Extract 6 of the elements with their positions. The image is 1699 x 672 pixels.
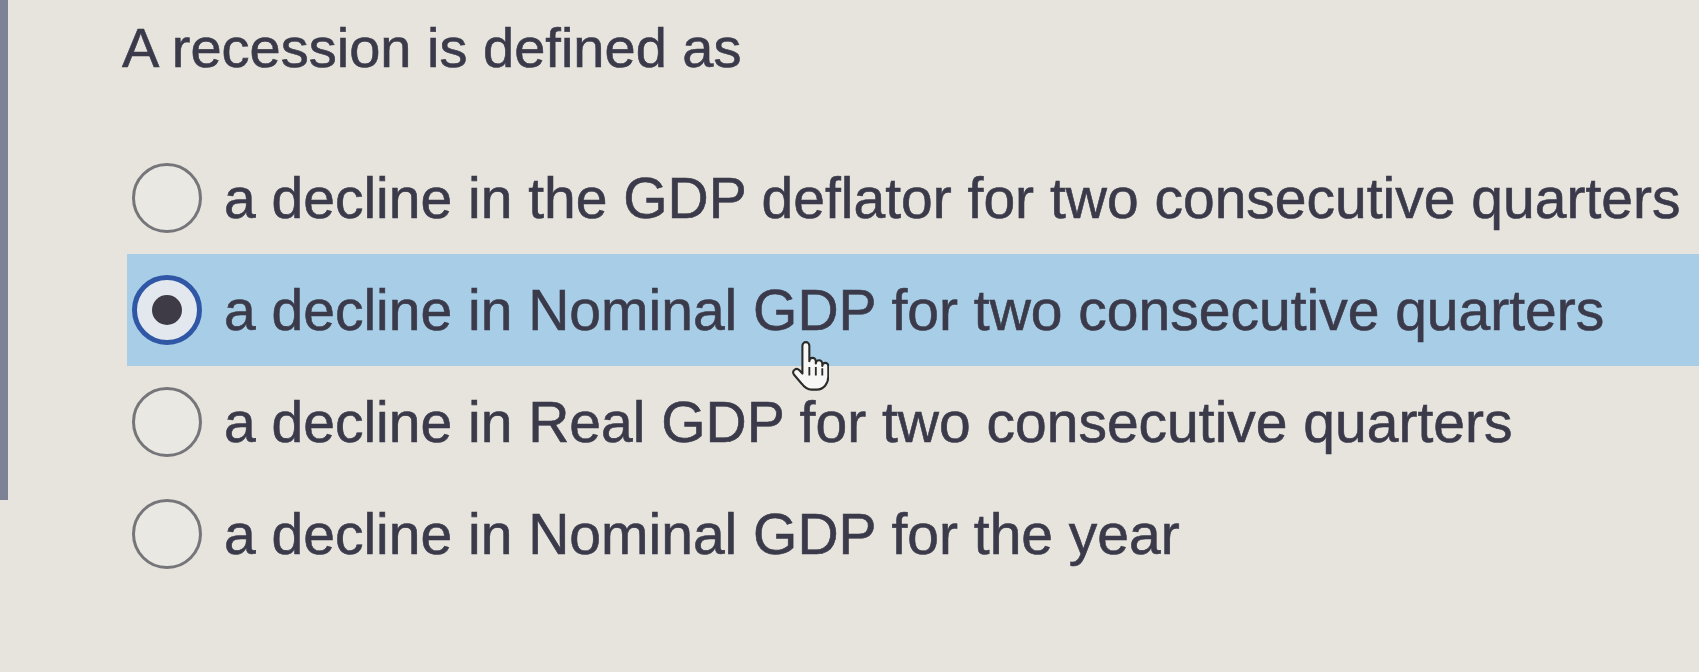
answer-option[interactable]: a decline in Nominal GDP for two consecutive quarters	[127, 254, 1699, 366]
question-text: A recession is defined as	[122, 16, 742, 80]
answer-option[interactable]: a decline in the GDP deflator for two consecutive quarters	[127, 142, 1699, 254]
answer-option[interactable]: a decline in Nominal GDP for the year	[127, 478, 1699, 590]
answer-option[interactable]: a decline in Real GDP for two consecutive quarters	[127, 366, 1699, 478]
hand-pointer-icon	[792, 341, 829, 392]
